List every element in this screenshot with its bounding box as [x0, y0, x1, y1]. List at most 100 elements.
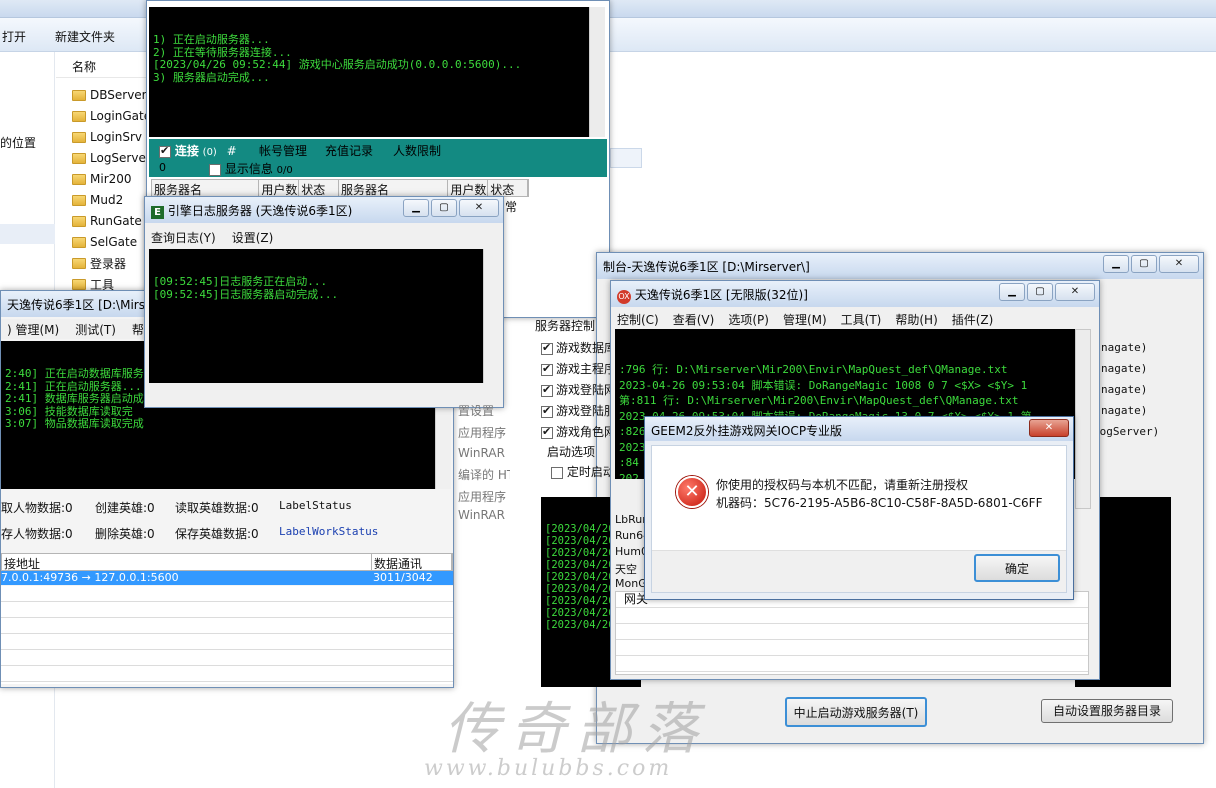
folder-icon [72, 152, 86, 164]
server-checkbox[interactable] [541, 383, 553, 397]
menu-account[interactable]: 帐号管理 [259, 142, 307, 159]
list-item[interactable]: 登录器 [72, 253, 126, 273]
stat-delete-hero: 删除英雄:0 [95, 527, 155, 541]
menu-query-log[interactable]: 查询日志(Y) [151, 229, 216, 246]
db-menu-manage[interactable]: ) 管理(M) [7, 321, 59, 338]
control-title: 制台-天逸传说6季1区 [D:\Mirserver\] [603, 260, 810, 274]
ok-button[interactable]: 确定 [974, 554, 1060, 582]
m2-menu-plugins[interactable]: 插件(Z) [952, 311, 994, 328]
menu-user-limit[interactable]: 人数限制 [393, 142, 441, 159]
show-info-label: 显示信息 [224, 162, 273, 176]
list-item[interactable]: Mir200 [72, 169, 132, 189]
console-scrollbar[interactable] [589, 7, 605, 137]
stat-read-hero: 读取英雄数据:0 [175, 501, 259, 515]
group-server-control: 服务器控制 [535, 319, 596, 333]
maximize-button[interactable]: ▢ [1027, 283, 1053, 301]
server-checkbox[interactable] [541, 341, 553, 355]
menu-settings[interactable]: 设置(Z) [232, 229, 274, 246]
m2-console-scrollbar[interactable] [1075, 329, 1091, 509]
m2-menu-help[interactable]: 帮助(H) [895, 311, 937, 328]
list-item[interactable]: LoginGate [72, 106, 151, 126]
connect-checkbox[interactable] [159, 144, 171, 158]
m2-menu-options[interactable]: 选项(P) [728, 311, 769, 328]
m2-menu-manage[interactable]: 管理(M) [783, 311, 827, 328]
open-button[interactable]: 打开 [2, 28, 26, 45]
folder-name: Mud2 [90, 193, 124, 207]
list-item[interactable]: DBServer [72, 85, 147, 105]
list-item[interactable]: Mud2 [72, 190, 123, 210]
stat-save-hero: 保存英雄数据:0 [175, 527, 259, 541]
nav-item-location[interactable]: 的位置 [0, 134, 36, 151]
dialog-title: GEEM2反外挂游戏网关IOCP专业版 [651, 424, 843, 438]
close-button[interactable]: ✕ [1055, 283, 1095, 301]
m2-window-buttons: ▁ ▢ ✕ [999, 283, 1095, 301]
server-check-item[interactable]: 游戏数据库 [541, 339, 616, 356]
col-users-2[interactable]: 用户数 [448, 180, 489, 196]
m2-menu-tools[interactable]: 工具(T) [841, 311, 882, 328]
auto-set-directory-button[interactable]: 自动设置服务器目录 [1041, 699, 1173, 723]
console-line: [2023/04/26 09:52:44] 游戏中心服务启动成功(0.0.0.0… [153, 58, 522, 71]
col-users[interactable]: 用户数 [259, 180, 300, 196]
maximize-button[interactable]: ▢ [431, 199, 457, 217]
db-window-title: 天逸传说6季1区 [D:\Mirs [7, 298, 145, 312]
col-comm[interactable]: 数据通讯 [372, 554, 452, 570]
m2-menu-control[interactable]: 控制(C) [617, 311, 659, 328]
server-checkbox[interactable] [541, 362, 553, 376]
stat-save-char: 存人物数据:0 [1, 527, 73, 541]
row-status: 常 [505, 200, 518, 214]
close-button[interactable]: ✕ [1029, 419, 1069, 437]
minimize-button[interactable]: ▁ [1103, 255, 1129, 273]
m2-menu-view[interactable]: 查看(V) [673, 311, 715, 328]
new-folder-button[interactable]: 新建文件夹 [55, 28, 115, 45]
watermark-logo: 传奇部落 [444, 697, 708, 762]
menu-recharge[interactable]: 充值记录 [325, 142, 373, 159]
console-line: 3:07] 物品数据库读取完成 [5, 417, 144, 430]
column-name-header[interactable]: 名称 [72, 58, 96, 75]
minimize-button[interactable]: ▁ [999, 283, 1025, 301]
list-item[interactable]: LogServer [72, 148, 151, 168]
list-item[interactable]: RunGate [72, 211, 142, 231]
console-line: [09:52:45]日志服务器启动完成... [153, 287, 339, 301]
minimize-button[interactable]: ▁ [403, 199, 429, 217]
db-menu-help[interactable]: 帮 [132, 321, 144, 338]
server-check-item[interactable]: 游戏角色网 [541, 423, 616, 440]
db-menu-test[interactable]: 测试(T) [75, 321, 116, 338]
col-address[interactable]: 接地址 [2, 554, 372, 570]
col-server-name-2[interactable]: 服务器名 [339, 180, 449, 196]
show-info-checkbox[interactable] [209, 163, 221, 176]
file-type-label: 置设置 [458, 404, 495, 418]
connection-zero: 0 [159, 161, 166, 174]
server-checkbox[interactable] [541, 404, 553, 418]
server-checkbox[interactable] [541, 425, 553, 439]
label-status: LabelStatus [279, 499, 352, 512]
watermark-url: www.bulubbs.com [424, 756, 673, 781]
close-button[interactable]: ✕ [1159, 255, 1199, 273]
list-item[interactable]: LoginSrv [72, 127, 142, 147]
console-line: 第:811 行: D:\Mirserver\Mir200\Envir\MapQu… [619, 394, 1019, 407]
close-button[interactable]: ✕ [459, 199, 499, 217]
log-console-scrollbar[interactable] [483, 249, 499, 383]
col-server-name[interactable]: 服务器名 [152, 180, 260, 196]
selection-highlight [610, 148, 642, 168]
status-label: 天空 [615, 563, 637, 576]
col-status-2[interactable]: 状态 [488, 180, 528, 196]
col-status[interactable]: 状态 [299, 180, 339, 196]
start-options-label: 启动选项 [547, 445, 596, 459]
stop-start-server-button[interactable]: 中止启动游戏服务器(T) [785, 697, 927, 727]
server-check-item[interactable]: 游戏主程序 [541, 360, 616, 377]
server-check-item[interactable]: 游戏登陆服 [541, 402, 616, 419]
folder-name: 登录器 [90, 256, 127, 271]
gate-label: nagate) [1101, 362, 1148, 375]
table-row[interactable]: 7.0.0.1:49736 → 127.0.0.1:5600 3011/3042 [1, 571, 453, 585]
folder-icon [72, 110, 86, 122]
watermark: 传奇部落 www.bulubbs.com [424, 684, 784, 784]
folder-icon [72, 131, 86, 143]
console-line: 1) 正在启动服务器... [153, 33, 270, 46]
server-check-item[interactable]: 游戏登陆网 [541, 381, 616, 398]
machine-code: 机器码：5C76-2195-A5B6-8C10-C58F-8A5D-6801-C… [716, 496, 1043, 510]
maximize-button[interactable]: ▢ [1131, 255, 1157, 273]
timer-start-label: 定时启动 [566, 465, 615, 479]
timer-start-checkbox[interactable] [551, 466, 563, 479]
folder-icon [72, 215, 86, 227]
list-item[interactable]: SelGate [72, 232, 137, 252]
